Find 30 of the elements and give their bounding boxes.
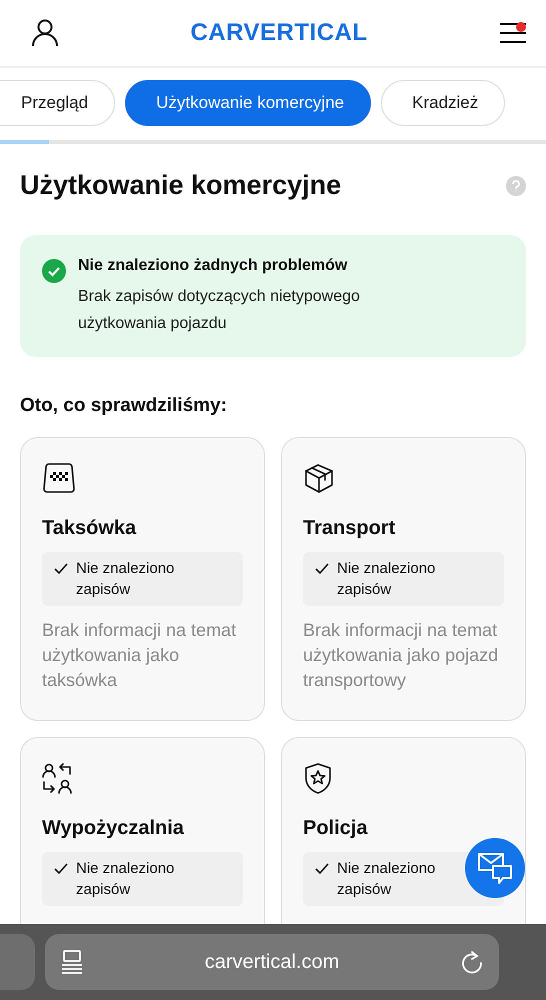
- reload-icon[interactable]: [460, 950, 483, 974]
- account-icon[interactable]: [32, 19, 58, 47]
- card-description: Brak informacji na temat użytkowania jako taksówka: [42, 619, 238, 692]
- alert-title: Nie znaleziono żadnych problemów: [78, 257, 348, 275]
- alert-text: Brak zapisów dotyczących nietypowego użytkowania pojazdu: [78, 287, 361, 334]
- tab[interactable]: Kradzież: [381, 80, 506, 126]
- card-description: Brak informacji na temat użytkowania jako pojazd transportowy: [303, 619, 500, 692]
- status-text: Nie znaleziono zapisów: [337, 559, 436, 600]
- status-text: Nie znaleziono zapisów: [337, 859, 436, 900]
- people-swap-icon: [42, 762, 74, 794]
- tab[interactable]: Przegląd: [0, 80, 116, 126]
- url-text: carvertical.com: [204, 950, 340, 974]
- box-icon: [303, 462, 335, 494]
- check-circle-icon: [42, 259, 66, 283]
- shield-star-icon: [303, 762, 333, 794]
- taxi-sign-icon: [42, 462, 76, 494]
- section-title: Użytkowanie komercyjne: [20, 170, 342, 201]
- status-text: Nie znaleziono zapisów: [76, 859, 176, 900]
- card-title: Policja: [303, 817, 369, 840]
- checked-heading: Oto, co sprawdziliśmy:: [20, 395, 228, 417]
- mail-chat-icon: [477, 851, 513, 885]
- card-title: Taksówka: [42, 517, 138, 540]
- menu-icon[interactable]: [500, 22, 526, 44]
- status-text: Nie znaleziono zapisów: [76, 559, 176, 600]
- card-title: Transport: [303, 517, 396, 540]
- address-bar[interactable]: carvertical.com: [45, 934, 499, 990]
- logo[interactable]: CARVERTICAL: [190, 19, 368, 47]
- card-title: Wypożyczalnia: [42, 817, 185, 840]
- tab[interactable]: Użytkowanie komercyjne: [125, 80, 372, 126]
- reader-icon[interactable]: [61, 950, 83, 974]
